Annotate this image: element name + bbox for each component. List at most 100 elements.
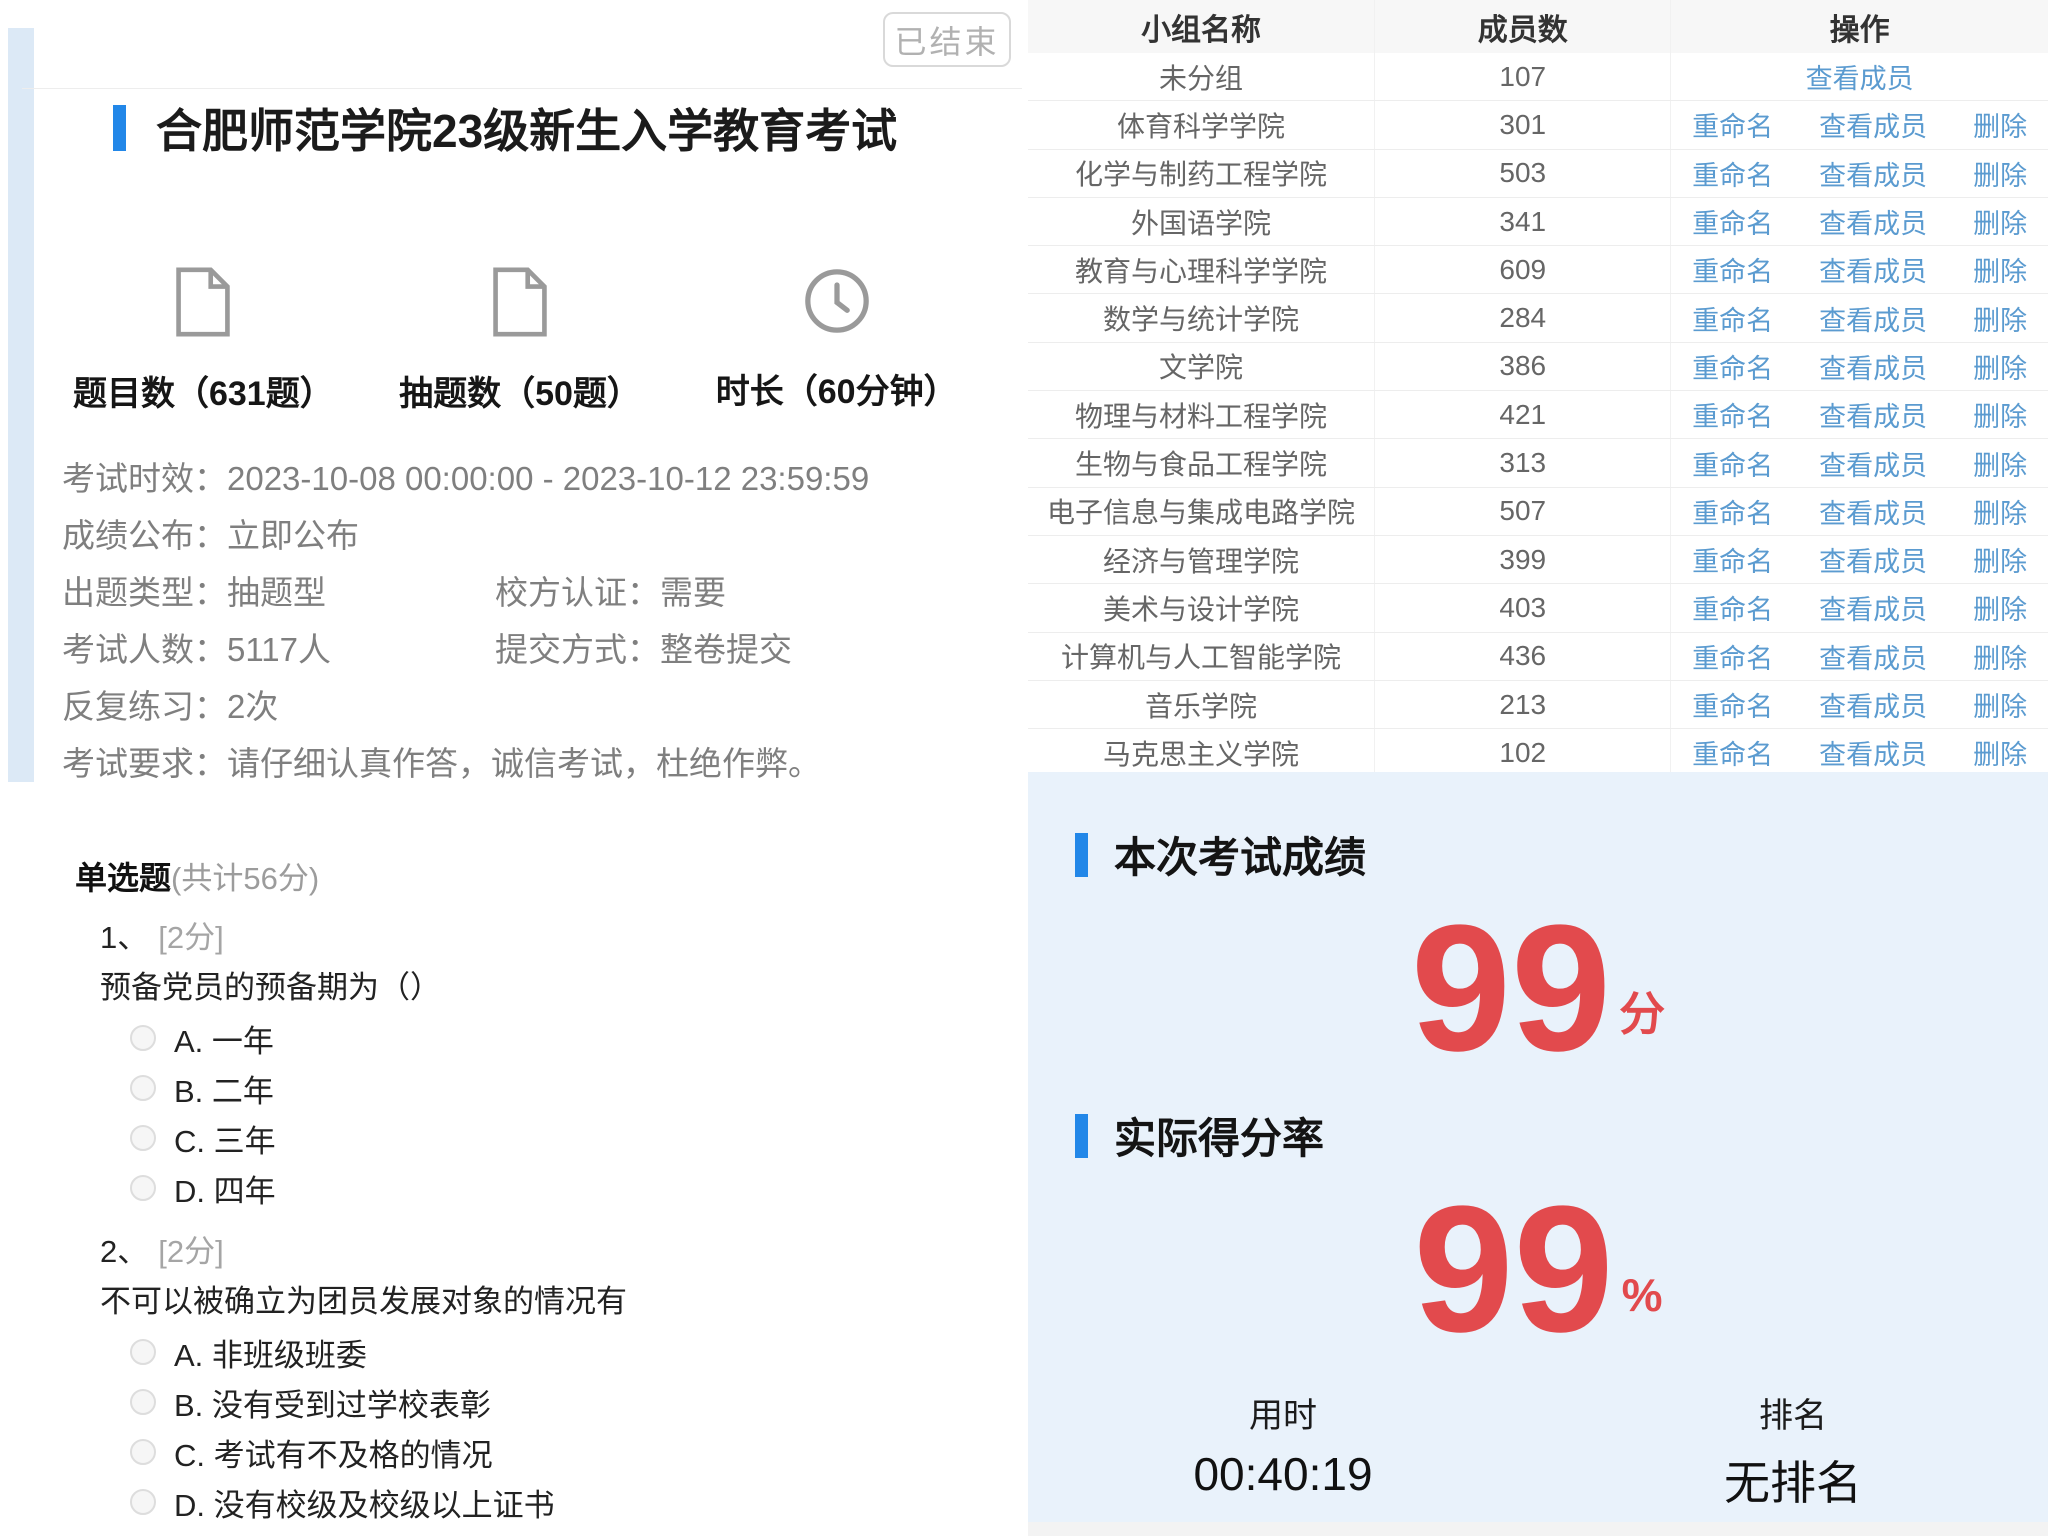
delete-link[interactable]: 删除 [1973,685,2027,724]
view-link[interactable]: 查看成员 [1819,154,1927,193]
group-name-cell: 化学与制药工程学院 [1028,150,1375,197]
view-link[interactable]: 查看成员 [1819,685,1927,724]
delete-link[interactable]: 删除 [1973,154,2027,193]
rename-link[interactable]: 重命名 [1692,395,1773,434]
rename-link[interactable]: 重命名 [1692,540,1773,579]
table-row: 经济与管理学院399重命名查看成员删除 [1028,536,2048,584]
delete-link[interactable]: 删除 [1973,395,2027,434]
delete-link[interactable]: 删除 [1973,588,2027,627]
rename-link[interactable]: 重命名 [1692,637,1773,676]
view-link[interactable]: 查看成员 [1819,492,1927,531]
radio-button-icon[interactable] [130,1125,156,1151]
rename-link[interactable]: 重命名 [1692,492,1773,531]
actions-cell: 重命名 查看成员 删除 [1671,439,2048,486]
delete-link[interactable]: 删除 [1973,347,2027,386]
delete-link[interactable]: 删除 [1973,444,2027,483]
answer-option[interactable]: B. 二年 [130,1063,995,1113]
rename-link[interactable]: 重命名 [1692,347,1773,386]
page-title: 合肥师范学院23级新生入学教育考试 [156,95,897,161]
view-link[interactable]: 查看成员 [1819,299,1927,338]
view-link[interactable]: 查看成员 [1819,202,1927,241]
action-links: 重命名 查看成员 删除 [1671,540,2048,579]
rename-link[interactable]: 重命名 [1692,105,1773,144]
answer-option-label: C. 考试有不及格的情况 [174,1430,493,1475]
exam-stat-label: 时长（60分钟） [716,364,958,413]
answer-option-label: D. 四年 [174,1166,276,1211]
answer-option-label: A. 一年 [174,1016,274,1061]
answer-option[interactable]: D. 没有校级及校级以上证书 [130,1477,995,1527]
view-link[interactable]: 查看成员 [1819,637,1927,676]
rename-link[interactable]: 重命名 [1692,154,1773,193]
rename-link[interactable]: 重命名 [1692,588,1773,627]
delete-link[interactable]: 删除 [1973,733,2027,772]
member-count-cell: 507 [1375,488,1671,535]
member-count-cell: 341 [1375,198,1671,245]
view-link[interactable]: 查看成员 [1819,588,1927,627]
table-row: 未分组107查看成员 [1028,53,2048,101]
member-count-cell: 102 [1375,729,1671,776]
rename-link[interactable]: 重命名 [1692,299,1773,338]
answer-option[interactable]: C. 三年 [130,1113,995,1163]
group-table: 小组名称成员数操作未分组107查看成员体育科学学院301重命名查看成员删除化学与… [1028,0,2048,777]
delete-link[interactable]: 删除 [1973,637,2027,676]
group-name-cell: 电子信息与集成电路学院 [1028,488,1375,535]
actions-cell: 重命名 查看成员 删除 [1671,681,2048,728]
delete-link[interactable]: 删除 [1973,492,2027,531]
detail-field: 校方认证：需要 [495,566,726,614]
actions-cell: 重命名 查看成员 删除 [1671,633,2048,680]
question-section: 单选题(共计56分) 1、[2分]预备党员的预备期为（）A. 一年B. 二年C.… [75,858,995,1536]
detail-field: 提交方式：整卷提交 [495,623,792,671]
view-link[interactable]: 查看成员 [1819,250,1927,289]
action-links: 查看成员 [1671,57,2048,96]
view-link[interactable]: 查看成员 [1819,395,1927,434]
answer-option[interactable]: A. 一年 [130,1013,995,1063]
radio-button-icon[interactable] [130,1439,156,1465]
question-block: 1、[2分]预备党员的预备期为（）A. 一年B. 二年C. 三年D. 四年 [100,919,995,1213]
score-footer: 用时00:40:19排名无排名 [1028,1388,2048,1513]
view-link[interactable]: 查看成员 [1806,57,1914,96]
rename-link[interactable]: 重命名 [1692,444,1773,483]
rename-link[interactable]: 重命名 [1692,733,1773,772]
answer-option[interactable]: C. 考试有不及格的情况 [130,1427,995,1477]
score-footer-value: 00:40:19 [1193,1447,1372,1501]
delete-link[interactable]: 删除 [1973,299,2027,338]
action-links: 重命名 查看成员 删除 [1671,588,2048,627]
actions-cell: 重命名 查看成员 删除 [1671,246,2048,293]
radio-button-icon[interactable] [130,1175,156,1201]
group-name-cell: 教育与心理科学学院 [1028,246,1375,293]
answer-option[interactable]: A. 非班级班委 [130,1327,995,1377]
radio-button-icon[interactable] [130,1339,156,1365]
delete-link[interactable]: 删除 [1973,105,2027,144]
view-link[interactable]: 查看成员 [1819,444,1927,483]
actions-cell: 重命名 查看成员 删除 [1671,198,2048,245]
group-name-cell: 物理与材料工程学院 [1028,391,1375,438]
table-row: 生物与食品工程学院313重命名查看成员删除 [1028,439,2048,487]
view-link[interactable]: 查看成员 [1819,347,1927,386]
table-row: 数学与统计学院284重命名查看成员删除 [1028,294,2048,342]
radio-button-icon[interactable] [130,1489,156,1515]
exam-detail-line: 考试人数：5117人提交方式：整卷提交 [62,618,1012,675]
answer-option[interactable]: B. 没有受到过学校表彰 [130,1377,995,1427]
view-link[interactable]: 查看成员 [1819,540,1927,579]
view-link[interactable]: 查看成员 [1819,733,1927,772]
title-accent-bar [113,105,126,151]
member-count-cell: 386 [1375,343,1671,390]
detail-field: 反复练习：2次 [62,680,278,728]
delete-link[interactable]: 删除 [1973,540,2027,579]
rename-link[interactable]: 重命名 [1692,250,1773,289]
action-links: 重命名 查看成员 删除 [1671,299,2048,338]
delete-link[interactable]: 删除 [1973,250,2027,289]
rename-link[interactable]: 重命名 [1692,202,1773,241]
view-link[interactable]: 查看成员 [1819,105,1927,144]
radio-button-icon[interactable] [130,1389,156,1415]
rename-link[interactable]: 重命名 [1692,685,1773,724]
exam-detail-line: 反复练习：2次 [62,675,1012,732]
delete-link[interactable]: 删除 [1973,202,2027,241]
score-value: 99 [1411,899,1611,1079]
table-row: 体育科学学院301重命名查看成员删除 [1028,101,2048,149]
member-count-cell: 213 [1375,681,1671,728]
radio-button-icon[interactable] [130,1075,156,1101]
radio-button-icon[interactable] [130,1025,156,1051]
answer-option[interactable]: D. 四年 [130,1163,995,1213]
group-name-cell: 体育科学学院 [1028,101,1375,148]
